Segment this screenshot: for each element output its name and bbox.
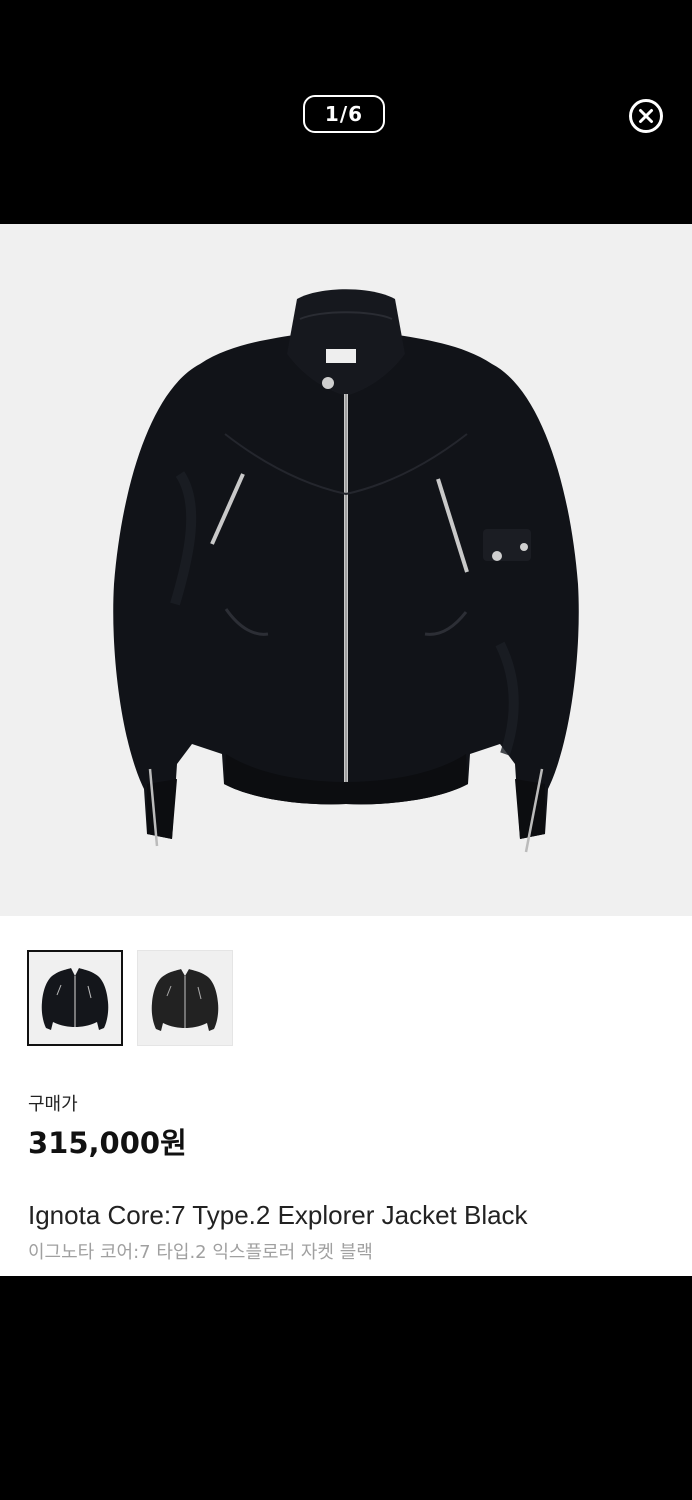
product-price: 315,000원 bbox=[28, 1126, 187, 1160]
jacket-thumbnail-image bbox=[41, 968, 109, 1030]
product-image[interactable] bbox=[0, 224, 692, 916]
jacket-image bbox=[113, 289, 579, 853]
bottom-backdrop bbox=[0, 1276, 692, 1500]
viewer-header: 1/6 bbox=[0, 0, 692, 224]
thumbnail-1[interactable] bbox=[27, 950, 123, 1046]
price-label: 구매가 bbox=[28, 1094, 78, 1115]
close-circle-icon bbox=[629, 99, 663, 133]
image-viewer: 1/6 구매가 315,000원 Ignota Core:7 Type.2 Ex… bbox=[0, 0, 692, 1500]
jacket-thumbnail-image bbox=[151, 969, 219, 1031]
page-counter: 1/6 bbox=[303, 95, 385, 133]
product-name-en: Ignota Core:7 Type.2 Explorer Jacket Bla… bbox=[28, 1200, 528, 1230]
close-button[interactable] bbox=[628, 98, 664, 134]
product-name-ko: 이그노타 코어:7 타입.2 익스플로러 자켓 블랙 bbox=[28, 1242, 373, 1263]
thumbnail-2[interactable] bbox=[137, 950, 233, 1046]
product-info-panel: 구매가 315,000원 Ignota Core:7 Type.2 Explor… bbox=[0, 916, 692, 1276]
